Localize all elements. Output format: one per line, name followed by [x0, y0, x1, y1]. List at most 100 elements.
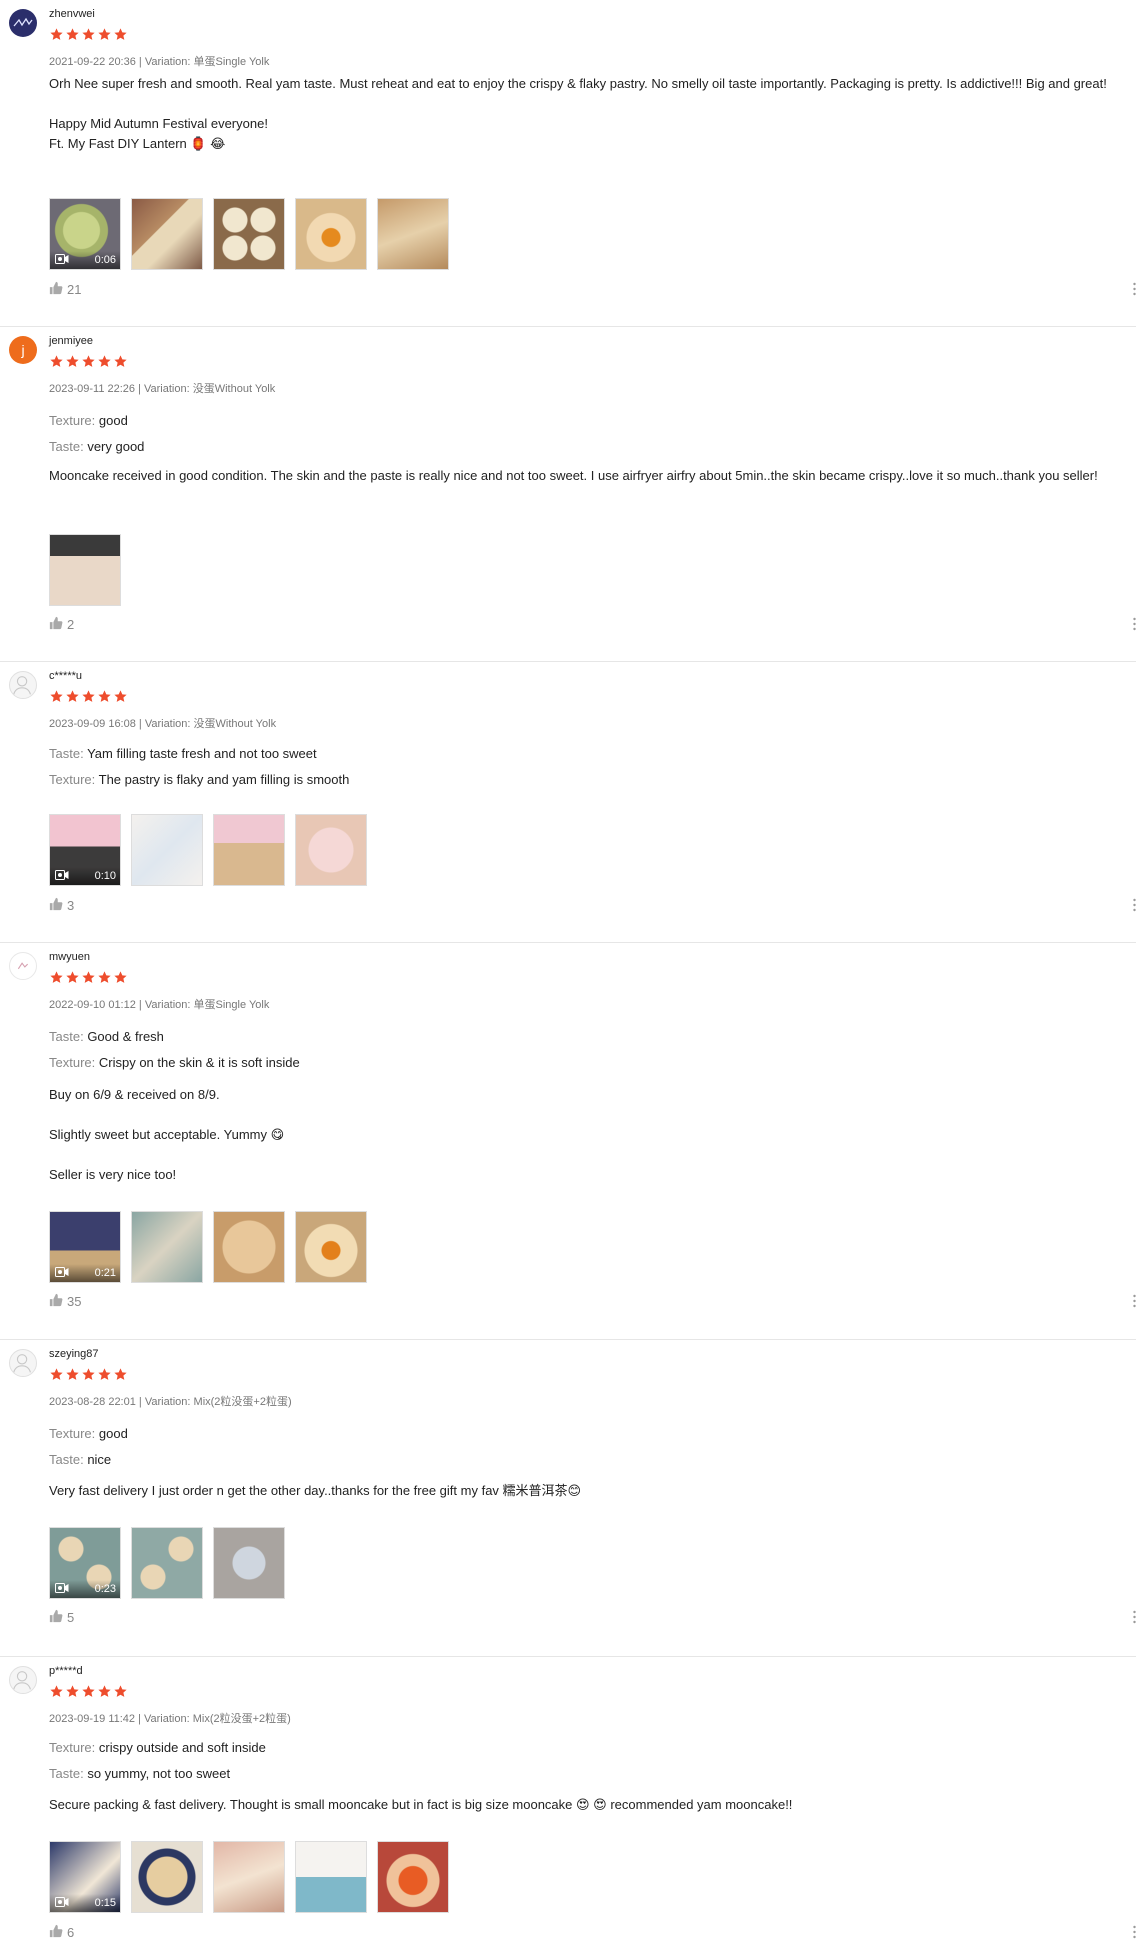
like-count: 5 [67, 1610, 75, 1625]
review-photo-thumbnail[interactable] [131, 1211, 203, 1283]
review-photo-thumbnail[interactable] [131, 1841, 203, 1913]
review-username[interactable]: mwyuen [49, 951, 90, 963]
review-video-thumbnail[interactable]: 0:15 [49, 1841, 121, 1913]
review-media: 0:10 [49, 814, 367, 886]
review-attribute-row: Taste: Good & fresh [49, 1024, 300, 1050]
review-meta: 2023-09-19 11:42 | Variation: Mix(2粒没蛋+2… [49, 1713, 291, 1725]
review-item: p*****d 2023-09-19 11:42 | Variation: Mix… [0, 1657, 1136, 1955]
review-video-thumbnail[interactable]: 0:23 [49, 1527, 121, 1599]
review-content: mwyuen 2022-09-10 01:12 | Variation: 单蛋Si… [49, 943, 1136, 1340]
review-photo-thumbnail[interactable] [213, 198, 285, 270]
user-avatar[interactable] [9, 1666, 37, 1694]
review-photo-thumbnail[interactable] [295, 198, 367, 270]
attribute-value: Crispy on the skin & it is soft inside [98, 1055, 300, 1070]
star-icon [65, 354, 80, 369]
star-rating [49, 354, 128, 369]
star-icon [113, 1367, 128, 1382]
review-video-thumbnail[interactable]: 0:21 [49, 1211, 121, 1283]
review-username[interactable]: zhenvwei [49, 8, 95, 20]
review-username[interactable]: szeying87 [49, 1348, 99, 1360]
review-paragraph: Mooncake received in good condition. The… [49, 468, 1098, 483]
like-count: 35 [67, 1294, 82, 1309]
attribute-key: Texture: [49, 772, 96, 787]
review-photo-thumbnail[interactable] [213, 814, 285, 886]
review-meta: 2023-08-28 22:01 | Variation: Mix(2粒没蛋+2… [49, 1396, 292, 1408]
review-username[interactable]: c*****u [49, 670, 82, 682]
reviews-list: zhenvwei 2021-09-22 20:36 | Variation: 单蛋… [0, 0, 1136, 1955]
review-attribute-row: Taste: so yummy, not too sweet [49, 1761, 266, 1787]
star-icon [113, 27, 128, 42]
review-content: zhenvwei 2021-09-22 20:36 | Variation: 单蛋… [49, 0, 1136, 327]
avatar-letter: j [21, 342, 25, 358]
like-button[interactable]: 6 [49, 1924, 74, 1941]
review-attribute-row: Taste: Yam filling taste fresh and not t… [49, 741, 349, 767]
review-media: 0:15 [49, 1841, 449, 1913]
thumbs-up-icon [49, 616, 63, 633]
review-photo-thumbnail[interactable] [295, 1211, 367, 1283]
review-video-thumbnail[interactable]: 0:10 [49, 814, 121, 886]
review-text: Secure packing & fast delivery. Thought … [49, 1795, 1134, 1815]
like-count: 3 [67, 898, 75, 913]
review-photo-thumbnail[interactable] [49, 534, 121, 606]
review-text: Mooncake received in good condition. The… [49, 466, 1134, 486]
attribute-value: good [98, 413, 128, 428]
review-photo-thumbnail[interactable] [213, 1841, 285, 1913]
review-username[interactable]: jenmiyee [49, 335, 93, 347]
like-button[interactable]: 2 [49, 616, 74, 633]
review-content: p*****d 2023-09-19 11:42 | Variation: Mix… [49, 1657, 1136, 1955]
review-video-thumbnail[interactable]: 0:06 [49, 198, 121, 270]
review-attribute-row: Taste: very good [49, 434, 144, 460]
video-camera-icon [55, 1266, 69, 1280]
attribute-key: Texture: [49, 1055, 96, 1070]
user-avatar[interactable] [9, 671, 37, 699]
attribute-key: Texture: [49, 413, 96, 428]
star-icon [49, 1684, 64, 1699]
review-photo-thumbnail[interactable] [295, 814, 367, 886]
video-duration: 0:10 [94, 870, 116, 882]
video-duration: 0:06 [94, 254, 116, 266]
user-avatar[interactable]: j [9, 336, 37, 364]
review-item: szeying87 2023-08-28 22:01 | Variation: M… [0, 1340, 1136, 1657]
review-username[interactable]: p*****d [49, 1665, 83, 1677]
star-icon [113, 970, 128, 985]
review-text: Orh Nee super fresh and smooth. Real yam… [49, 74, 1134, 154]
review-photo-thumbnail[interactable] [131, 814, 203, 886]
star-icon [65, 27, 80, 42]
video-camera-icon [55, 253, 69, 267]
thumbs-up-icon [49, 1293, 63, 1310]
user-avatar[interactable] [9, 9, 37, 37]
star-rating [49, 1684, 128, 1699]
star-rating [49, 27, 128, 42]
star-icon [97, 354, 112, 369]
like-button[interactable]: 5 [49, 1609, 74, 1626]
like-button[interactable]: 21 [49, 281, 81, 298]
user-avatar[interactable] [9, 952, 37, 980]
video-badge: 0:10 [50, 867, 120, 885]
review-photo-thumbnail[interactable] [131, 1527, 203, 1599]
review-attributes: Taste: Yam filling taste fresh and not t… [49, 741, 349, 793]
review-photo-thumbnail[interactable] [213, 1527, 285, 1599]
star-icon [65, 970, 80, 985]
like-button[interactable]: 3 [49, 897, 74, 914]
review-item: c*****u 2023-09-09 16:08 | Variation: 没蛋W… [0, 662, 1136, 943]
star-icon [49, 970, 64, 985]
review-paragraph: Ft. My Fast DIY Lantern 🏮 😂 [49, 136, 226, 151]
attribute-key: Taste: [49, 1766, 84, 1781]
review-meta: 2023-09-11 22:26 | Variation: 没蛋Without … [49, 383, 276, 395]
review-photo-thumbnail[interactable] [377, 1841, 449, 1913]
attribute-value: good [98, 1426, 128, 1441]
review-photo-thumbnail[interactable] [377, 198, 449, 270]
star-icon [81, 354, 96, 369]
review-photo-thumbnail[interactable] [295, 1841, 367, 1913]
review-photo-thumbnail[interactable] [131, 198, 203, 270]
star-icon [113, 354, 128, 369]
review-photo-thumbnail[interactable] [213, 1211, 285, 1283]
star-icon [65, 689, 80, 704]
video-badge: 0:06 [50, 251, 120, 269]
user-avatar[interactable] [9, 1349, 37, 1377]
like-button[interactable]: 35 [49, 1293, 81, 1310]
star-icon [81, 689, 96, 704]
review-content: jenmiyee 2023-09-11 22:26 | Variation: 没蛋… [49, 327, 1136, 662]
